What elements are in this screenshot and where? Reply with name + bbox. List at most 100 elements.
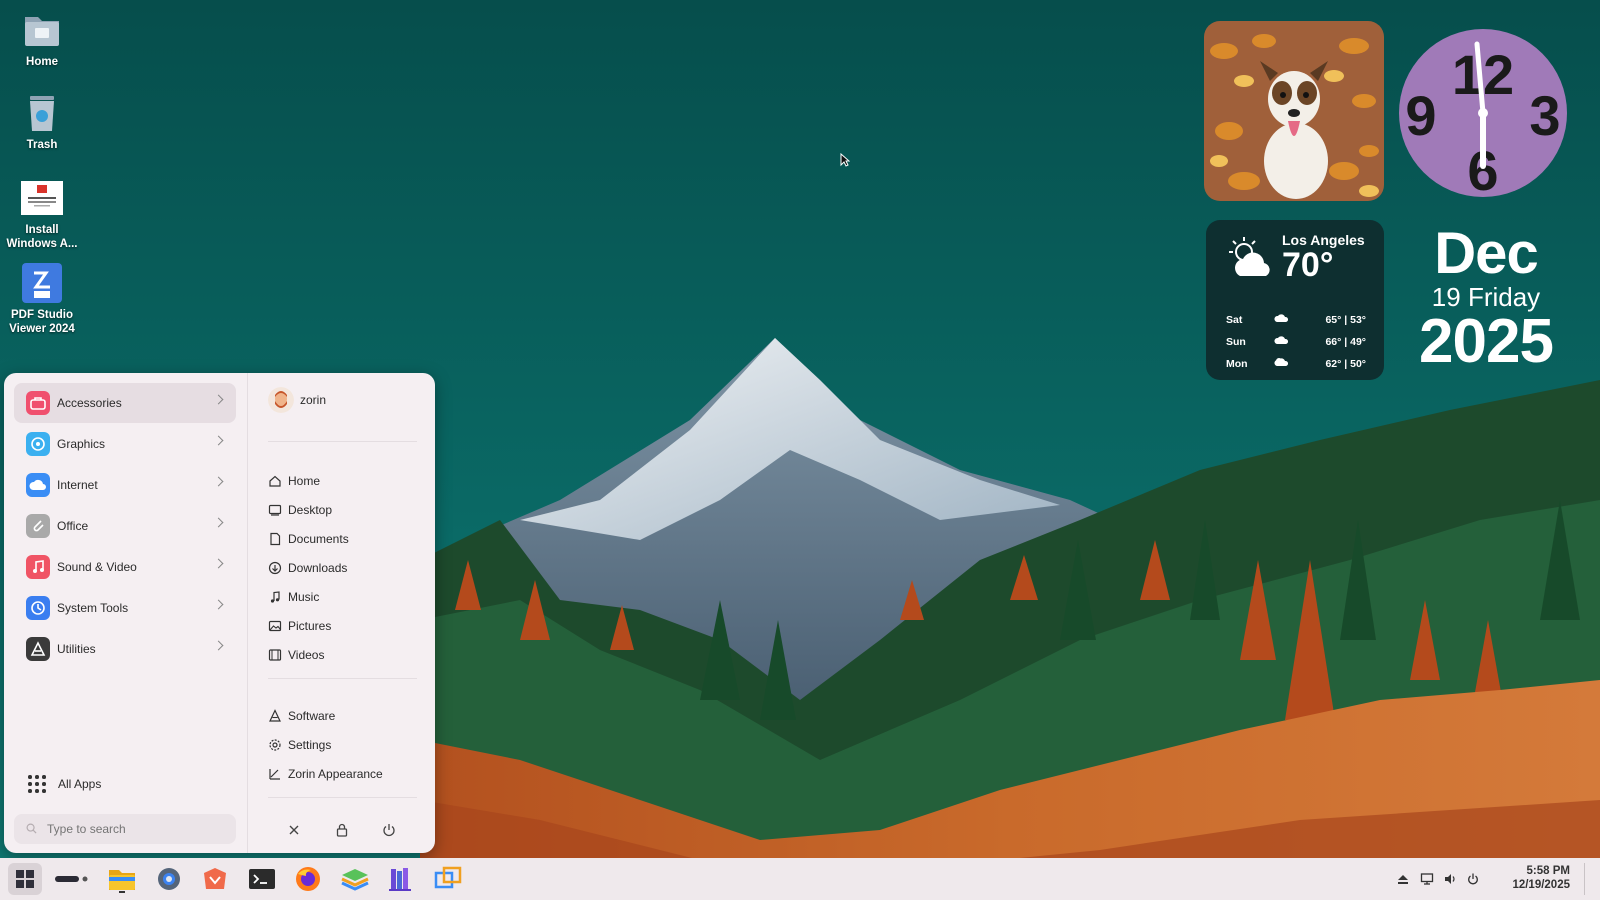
system-software[interactable]: Software	[268, 707, 335, 725]
close-icon[interactable]	[286, 822, 302, 838]
lock-icon[interactable]	[334, 822, 350, 838]
terminal-icon[interactable]	[247, 865, 277, 893]
eject-icon[interactable]	[1396, 872, 1410, 886]
chevron-right-icon	[213, 640, 224, 651]
system-settings[interactable]: Settings	[268, 736, 331, 754]
folder-icon	[20, 8, 64, 52]
appearance-icon	[269, 769, 280, 780]
gear-icon	[269, 739, 281, 751]
volume-icon[interactable]	[1443, 872, 1457, 886]
home-icon	[269, 475, 281, 487]
search-input[interactable]	[47, 822, 227, 836]
remote-desktop-icon[interactable]	[433, 865, 463, 893]
workspace-switcher-icon[interactable]	[54, 865, 90, 893]
taskbar: 5:58 PM 12/19/2025	[0, 858, 1600, 900]
chevron-right-icon	[213, 435, 224, 446]
power-icon[interactable]	[1466, 872, 1480, 886]
dog-photo	[1204, 21, 1384, 201]
desktop-icon-pdf-studio-viewer[interactable]: PDF Studio Viewer 2024	[4, 261, 80, 336]
category-office[interactable]: Office	[14, 506, 236, 546]
software-store-icon[interactable]	[200, 865, 230, 893]
system-label: Zorin Appearance	[288, 767, 383, 781]
forecast-day: Sun	[1226, 336, 1246, 348]
taskbar-date: 12/19/2025	[1512, 879, 1570, 891]
place-pictures[interactable]: Pictures	[268, 617, 331, 635]
power-icon[interactable]	[381, 822, 397, 838]
grid-icon	[28, 775, 46, 793]
download-icon	[268, 561, 282, 575]
place-desktop[interactable]: Desktop	[268, 501, 332, 519]
accessories-icon	[26, 391, 50, 415]
picture-icon	[268, 620, 282, 632]
file-manager-icon[interactable]	[107, 865, 137, 893]
place-label: Desktop	[288, 503, 333, 517]
desktop-icon-home[interactable]: Home	[4, 8, 80, 69]
start-menu: Accessories Graphics Internet Office Sou…	[4, 373, 435, 853]
system-label: Settings	[288, 738, 332, 752]
network-icon[interactable]	[1420, 872, 1434, 886]
forecast-range: 65° | 53°	[1325, 314, 1366, 326]
paperclip-icon	[26, 514, 50, 538]
category-label: Accessories	[57, 396, 122, 410]
cloud-icon	[1274, 314, 1288, 322]
analog-clock-widget[interactable]: 12 3 6 9	[1398, 28, 1568, 198]
place-home[interactable]: Home	[268, 472, 320, 490]
category-internet[interactable]: Internet	[14, 465, 236, 505]
avatar	[268, 387, 294, 413]
user-account[interactable]: zorin	[268, 387, 326, 413]
forecast-day: Mon	[1226, 358, 1248, 370]
start-menu-button[interactable]	[8, 863, 42, 895]
graphics-icon	[26, 432, 50, 456]
place-documents[interactable]: Documents	[268, 530, 349, 548]
date-month: Dec	[1434, 221, 1538, 286]
place-label: Pictures	[288, 619, 332, 633]
chevron-right-icon	[213, 599, 224, 610]
software-icon	[269, 709, 281, 722]
desktop-icon	[268, 504, 282, 516]
user-name: zorin	[300, 393, 327, 407]
desktop-icon-label: Trash	[26, 139, 58, 151]
place-label: Videos	[288, 648, 325, 662]
category-label: System Tools	[57, 601, 129, 615]
document-icon	[270, 532, 281, 546]
category-label: Office	[57, 519, 89, 533]
category-sound-video[interactable]: Sound & Video	[14, 547, 236, 587]
place-music[interactable]: Music	[268, 588, 319, 606]
place-label: Music	[288, 590, 320, 604]
place-videos[interactable]: Videos	[268, 646, 324, 664]
forecast-range: 66° | 49°	[1325, 336, 1366, 348]
date-year: 2025	[1419, 307, 1554, 376]
bookshelf-app-icon[interactable]	[386, 865, 416, 893]
place-downloads[interactable]: Downloads	[268, 559, 347, 577]
category-label: Utilities	[57, 642, 96, 656]
system-zorin-appearance[interactable]: Zorin Appearance	[268, 765, 383, 783]
category-system-tools[interactable]: System Tools	[14, 588, 236, 628]
desktop-icon-install-windows-apps[interactable]: Install Windows A...	[4, 176, 80, 251]
zorin-logo-icon	[16, 870, 34, 888]
search-icon	[26, 823, 37, 834]
weather-temperature: 70°	[1282, 246, 1334, 284]
category-utilities[interactable]: Utilities	[14, 629, 236, 669]
forecast-day: Sat	[1226, 314, 1243, 326]
layers-app-icon[interactable]	[340, 865, 370, 893]
all-apps-label: All Apps	[58, 777, 102, 791]
category-accessories[interactable]: Accessories	[14, 383, 236, 423]
chevron-right-icon	[213, 476, 224, 487]
chevron-right-icon	[213, 558, 224, 569]
show-desktop-divider[interactable]	[1584, 863, 1585, 895]
all-apps-button[interactable]: All Apps	[28, 775, 101, 793]
settings-gear-icon[interactable]	[154, 865, 184, 893]
weather-widget[interactable]: Los Angeles 70° Sat 65° | 53° Sun 66° | …	[1206, 220, 1384, 380]
date-widget[interactable]: Dec 19 Friday 2025	[1396, 225, 1576, 373]
forecast-range: 62° | 50°	[1325, 358, 1366, 370]
menu-search-box[interactable]	[14, 814, 236, 844]
cloud-icon	[1274, 336, 1288, 344]
menu-divider	[268, 678, 417, 679]
cloud-icon	[26, 473, 50, 497]
photo-widget[interactable]	[1204, 21, 1384, 201]
place-label: Downloads	[288, 561, 348, 575]
firefox-icon[interactable]	[293, 865, 323, 893]
desktop-icon-trash[interactable]: Trash	[4, 91, 80, 152]
category-graphics[interactable]: Graphics	[14, 424, 236, 464]
taskbar-clock[interactable]: 5:58 PM 12/19/2025	[1490, 864, 1570, 892]
